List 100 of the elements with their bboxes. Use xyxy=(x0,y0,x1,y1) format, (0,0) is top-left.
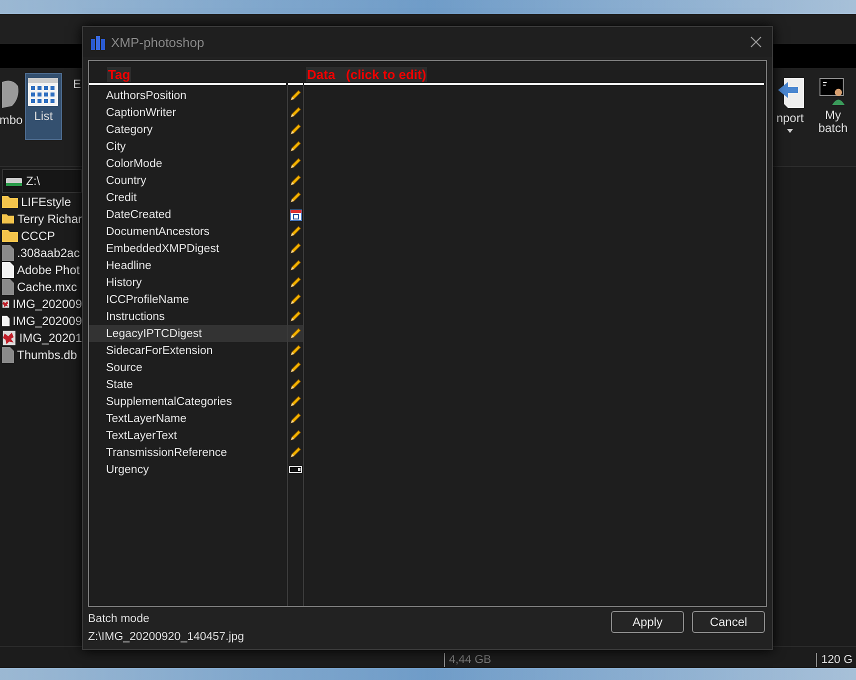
pencil-icon xyxy=(289,446,302,459)
tag-row[interactable]: Urgency xyxy=(89,461,287,478)
folder-icon xyxy=(2,212,14,225)
tag-row[interactable]: State xyxy=(89,376,287,393)
column-header: Data (click to edit) xyxy=(306,67,428,82)
toolbar-button[interactable]: E xyxy=(72,73,82,140)
tag-name: ICCProfileName xyxy=(105,294,190,306)
tag-name: LegacyIPTCDigest xyxy=(105,328,202,340)
tag-row[interactable]: Credit xyxy=(89,189,287,206)
drive-icon xyxy=(6,176,22,186)
tag-name: Source xyxy=(105,362,142,374)
folder-icon xyxy=(2,195,18,208)
system-file-icon xyxy=(2,278,14,294)
dropdown-field-icon xyxy=(289,466,302,473)
tag-name: AuthorsPosition xyxy=(105,90,187,102)
grid-view-icon xyxy=(28,78,58,106)
pencil-icon xyxy=(289,327,302,340)
pencil-icon xyxy=(289,242,302,255)
tag-name: Credit xyxy=(105,192,137,204)
pencil-icon xyxy=(289,89,302,102)
pencil-icon xyxy=(289,378,302,391)
file-list-item[interactable]: Cache.mxc xyxy=(0,278,82,295)
tag-name: Headline xyxy=(105,260,152,272)
tag-name: City xyxy=(105,140,126,152)
tag-row[interactable]: DocumentAncestors xyxy=(89,223,287,240)
tag-name: SupplementalCategories xyxy=(105,396,232,408)
tag-row[interactable]: CaptionWriter xyxy=(89,104,287,121)
tag-name: SidecarForExtension xyxy=(105,344,213,356)
tag-name: History xyxy=(105,276,142,288)
mode-label: Batch mode xyxy=(88,613,150,625)
tag-name: TextLayerName xyxy=(105,412,187,424)
calendar-icon xyxy=(290,208,302,220)
file-list-item[interactable]: IMG_20201 xyxy=(0,329,82,346)
tag-row[interactable]: AuthorsPosition xyxy=(89,87,287,104)
tag-row[interactable]: LegacyIPTCDigest xyxy=(89,325,287,342)
pencil-icon xyxy=(289,412,302,425)
image-file-icon xyxy=(2,330,16,346)
tag-row[interactable]: TransmissionReference xyxy=(89,444,287,461)
pencil-icon xyxy=(289,123,302,136)
pencil-icon xyxy=(289,276,302,289)
tag-row[interactable]: TextLayerName xyxy=(89,410,287,427)
system-file-icon xyxy=(2,244,14,260)
tag-row[interactable]: EmbeddedXMPDigest xyxy=(89,240,287,257)
toolbar-button[interactable]: List xyxy=(25,73,62,140)
app-logo-icon xyxy=(91,34,105,50)
close-button[interactable] xyxy=(748,34,764,50)
tag-name: Urgency xyxy=(105,464,149,476)
file-list-item[interactable]: Terry Richar xyxy=(0,210,82,227)
file-list-item[interactable]: IMG_202009 xyxy=(0,312,82,329)
pencil-icon xyxy=(289,395,302,408)
file-list-item[interactable]: Adobe Phot xyxy=(0,261,82,278)
pencil-icon xyxy=(289,293,302,306)
pencil-icon xyxy=(289,106,302,119)
pencil-icon xyxy=(289,344,302,357)
tag-row[interactable]: SupplementalCategories xyxy=(89,393,287,410)
tag-name: EmbeddedXMPDigest xyxy=(105,242,220,254)
tag-name: ColorMode xyxy=(105,158,162,170)
toolbar-button[interactable]: My batch xyxy=(813,73,853,140)
file-list-item[interactable]: .308aab2ac xyxy=(0,244,82,261)
toolbar-button[interactable]: mbo xyxy=(0,73,22,140)
tag-row[interactable]: TextLayerText xyxy=(89,427,287,444)
pencil-icon xyxy=(289,140,302,153)
tag-row[interactable]: Source xyxy=(89,359,287,376)
tag-row[interactable]: City xyxy=(89,138,287,155)
tag-name: CaptionWriter xyxy=(105,106,176,118)
cancel-button[interactable]: Cancel xyxy=(692,611,765,633)
file-list-item[interactable]: LIFEstyle xyxy=(0,193,82,210)
tag-row[interactable]: Headline xyxy=(89,257,287,274)
pencil-icon xyxy=(289,310,302,323)
tag-row[interactable]: ColorMode xyxy=(89,155,287,172)
pencil-icon xyxy=(289,361,302,374)
pencil-icon xyxy=(289,225,302,238)
file-path: Z:\IMG_20200920_140457.jpg xyxy=(88,631,244,643)
tag-row[interactable]: ICCProfileName xyxy=(89,291,287,308)
tag-name: DocumentAncestors xyxy=(105,226,210,238)
path-field[interactable]: Z:\ xyxy=(2,169,82,193)
tag-name: Category xyxy=(105,124,153,136)
pencil-icon xyxy=(289,259,302,272)
tag-row[interactable]: Category xyxy=(89,121,287,138)
tag-name: TransmissionReference xyxy=(105,446,228,458)
tag-name: State xyxy=(105,378,133,390)
caret-icon xyxy=(787,129,793,133)
pencil-icon xyxy=(289,429,302,442)
file-list-item[interactable]: Thumbs.db xyxy=(0,346,82,363)
apply-button[interactable]: Apply xyxy=(611,611,684,633)
file-list-item[interactable]: IMG_202009 xyxy=(0,295,82,312)
tag-row[interactable]: Country xyxy=(89,172,287,189)
pencil-icon xyxy=(289,191,302,204)
tag-name: Country xyxy=(105,174,146,186)
import-arrow-icon xyxy=(776,78,804,108)
tag-row[interactable]: History xyxy=(89,274,287,291)
toolbar-button[interactable]: nport xyxy=(770,73,810,140)
file-list-item[interactable]: CCCP xyxy=(0,227,82,244)
tag-row[interactable]: Instructions xyxy=(89,308,287,325)
status-text: 120 G xyxy=(816,653,853,667)
pencil-icon xyxy=(289,174,302,187)
tag-row[interactable]: DateCreated xyxy=(89,206,287,223)
tag-name: Instructions xyxy=(105,310,165,322)
pencil-icon xyxy=(289,157,302,170)
tag-row[interactable]: SidecarForExtension xyxy=(89,342,287,359)
